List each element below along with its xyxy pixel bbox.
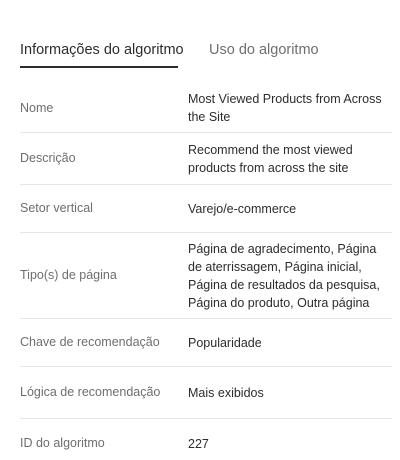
info-row-description: Descrição Recommend the most viewed prod… <box>20 132 392 184</box>
info-label: Nome <box>20 100 54 115</box>
algorithm-info-table: Nome Most Viewed Products from Across th… <box>20 84 392 460</box>
active-tab-indicator <box>20 66 178 68</box>
info-label: Lógica de recomendação <box>20 385 161 399</box>
tab-algorithm-info[interactable]: Informações do algoritmo <box>20 40 184 60</box>
info-value: Varejo/e-commerce <box>188 201 297 216</box>
info-row-name: Nome Most Viewed Products from Across th… <box>20 84 392 132</box>
info-value: Recommend the most viewed products from … <box>188 142 353 175</box>
info-value: 227 <box>188 436 209 451</box>
info-row-page-types: Tipo(s) de página Página de agradeciment… <box>20 232 392 318</box>
info-value: Mais exibidos <box>188 385 264 400</box>
algorithm-details-panel: Informações do algoritmo Uso do algoritm… <box>0 0 400 460</box>
info-row-recommendation-key: Chave de recomendação Popularidade <box>20 318 392 366</box>
info-row-vertical: Setor vertical Varejo/e-commerce <box>20 184 392 232</box>
info-label: Chave de recomendação <box>20 335 160 349</box>
info-value: Página de agradecimento, Página de aterr… <box>188 241 380 310</box>
info-row-algorithm-id: ID do algoritmo 227 <box>20 418 392 460</box>
tab-algorithm-usage[interactable]: Uso do algoritmo <box>209 40 319 60</box>
info-label: Setor vertical <box>20 201 93 215</box>
tab-bar: Informações do algoritmo Uso do algoritm… <box>20 40 380 70</box>
info-value: Popularidade <box>188 335 262 350</box>
info-label: ID do algoritmo <box>20 436 105 450</box>
info-row-recommendation-logic: Lógica de recomendação Mais exibidos <box>20 366 392 418</box>
info-label: Descrição <box>20 151 76 165</box>
info-value: Most Viewed Products from Across the Sit… <box>188 92 382 124</box>
info-label: Tipo(s) de página <box>20 268 117 282</box>
